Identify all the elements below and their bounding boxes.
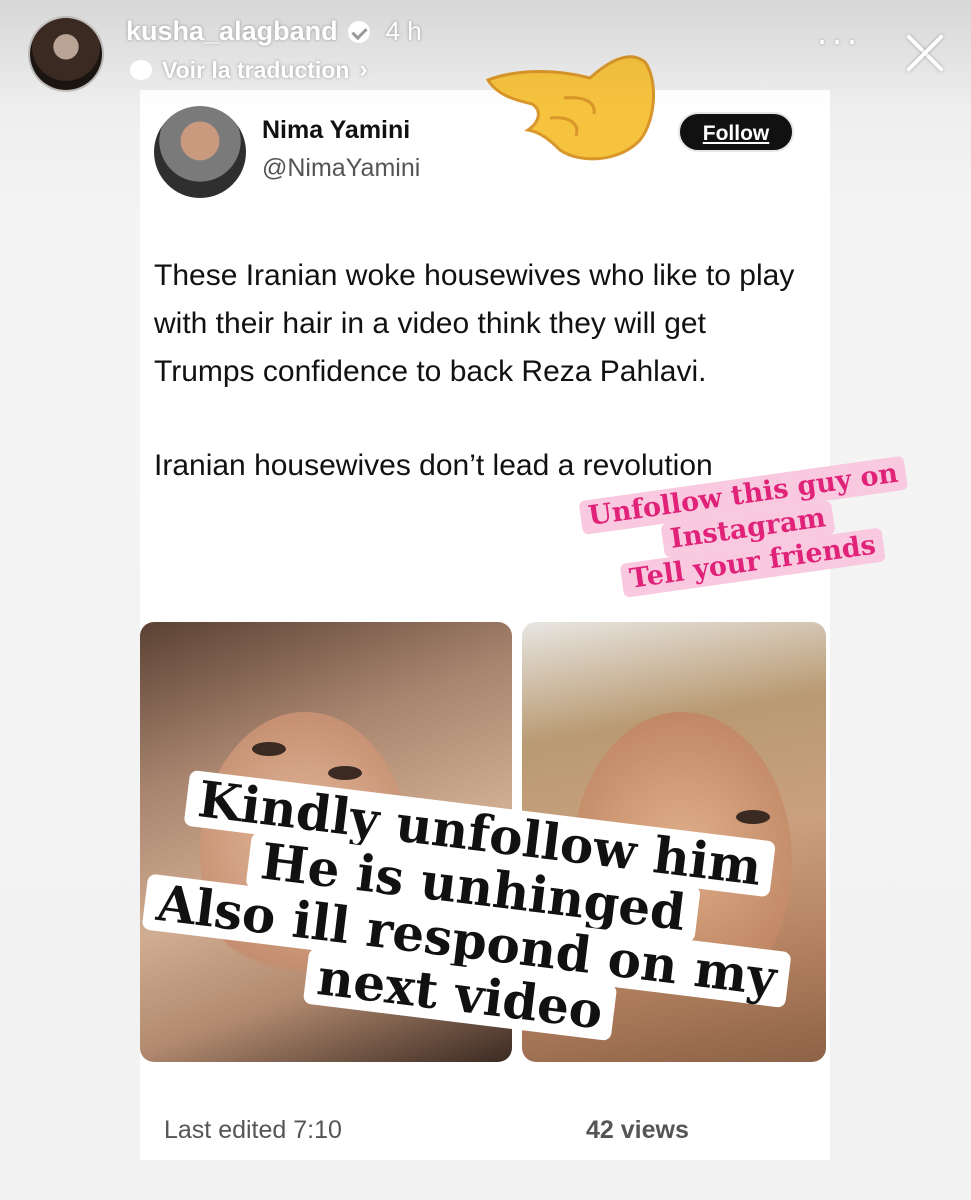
- tweet-edited-info: Last edited 7:10: [164, 1116, 342, 1144]
- tweet-paragraph: These Iranian woke housewives who like t…: [154, 259, 795, 388]
- chevron-right-icon: ›: [359, 56, 368, 83]
- translate-label: Voir la traduction: [162, 56, 350, 83]
- eye: [328, 766, 362, 780]
- follow-button[interactable]: Follow: [678, 112, 794, 152]
- tweet-author-avatar[interactable]: [154, 106, 246, 198]
- translate-icon: [130, 60, 152, 80]
- tweet-author-handle[interactable]: @NimaYamini: [262, 154, 420, 183]
- close-icon[interactable]: [900, 28, 950, 78]
- story-timestamp: 4 h: [385, 16, 422, 46]
- story-user-avatar[interactable]: [28, 16, 104, 92]
- story-username[interactable]: kusha_alagband: [126, 16, 338, 47]
- tweet-text: These Iranian woke housewives who like t…: [154, 252, 814, 490]
- eye: [252, 742, 286, 756]
- more-options-icon[interactable]: ···: [816, 22, 861, 58]
- translate-link[interactable]: Voir la traduction ›: [130, 56, 367, 84]
- tweet-view-count: 42 views: [586, 1116, 689, 1144]
- verified-badge-icon: [347, 20, 370, 43]
- story-username-row[interactable]: kusha_alagband 4 h: [126, 16, 422, 47]
- tweet-author-name[interactable]: Nima Yamini: [262, 116, 410, 145]
- eye: [736, 810, 770, 824]
